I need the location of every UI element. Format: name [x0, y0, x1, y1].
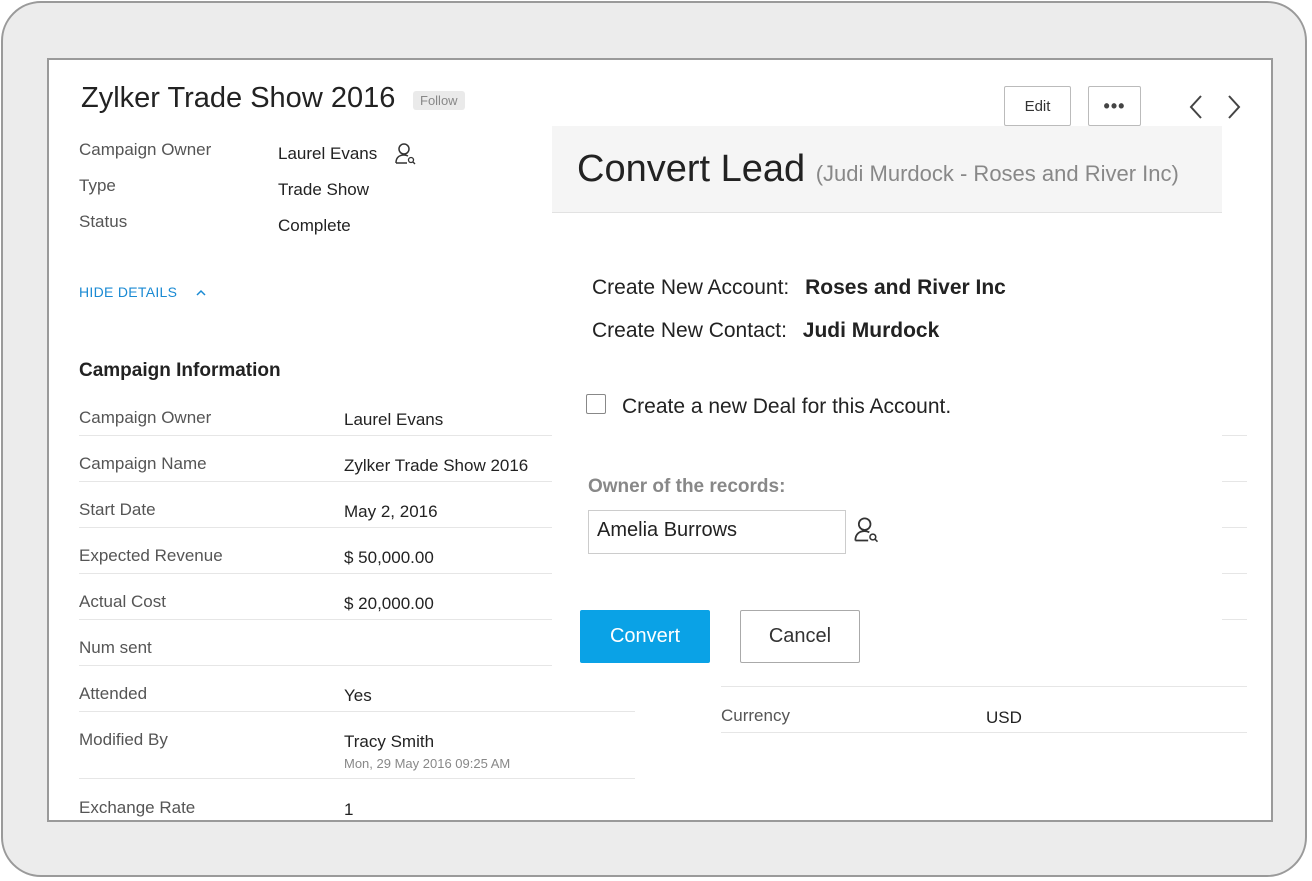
row-divider	[1221, 619, 1247, 620]
row-divider	[79, 711, 635, 712]
owner-input[interactable]: Amelia Burrows	[588, 510, 846, 554]
row-divider	[1221, 435, 1247, 436]
row-value: Laurel Evans	[344, 410, 444, 429]
row-divider	[1221, 527, 1247, 528]
row-divider	[79, 778, 635, 779]
convert-button[interactable]: Convert	[580, 610, 710, 663]
new-contact-label: Create New Contact:	[592, 319, 787, 342]
new-account-row: Create New Account: Roses and River Inc	[592, 276, 1006, 300]
summary-owner-value: Laurel Evans	[278, 144, 378, 163]
hide-details-label: HIDE DETAILS	[79, 284, 178, 300]
next-record-icon[interactable]	[1223, 92, 1243, 122]
user-lookup-icon[interactable]	[854, 516, 880, 544]
new-contact-row: Create New Contact: Judi Murdock	[592, 319, 939, 343]
summary-status-value: Complete	[278, 216, 351, 235]
row-divider	[79, 619, 553, 620]
row-label: Campaign Owner	[79, 408, 212, 427]
row-label: Currency	[721, 706, 790, 725]
row-divider	[79, 665, 553, 666]
dialog-subtitle: (Judi Murdock - Roses and River Inc)	[815, 161, 1179, 186]
row-divider	[79, 573, 553, 574]
row-divider	[721, 732, 1247, 733]
modified-timestamp: Mon, 29 May 2016 09:25 AM	[344, 756, 511, 771]
row-label: Start Date	[79, 500, 156, 519]
create-deal-checkbox[interactable]	[586, 394, 606, 414]
row-value: $ 20,000.00	[344, 594, 434, 613]
dialog-title: Convert Lead (Judi Murdock - Roses and R…	[577, 148, 1179, 191]
row-divider	[721, 686, 1247, 687]
more-options-button[interactable]: •••	[1088, 86, 1141, 126]
row-divider	[1221, 573, 1247, 574]
row-value: USD	[986, 708, 1022, 727]
summary-type-label: Type	[79, 176, 116, 195]
app-screen: Zylker Trade Show 2016 Follow Edit ••• C…	[47, 58, 1273, 822]
row-label: Modified By	[79, 730, 168, 749]
row-value: Yes	[344, 686, 372, 705]
row-value: 1	[344, 800, 354, 819]
convert-lead-dialog: Convert Lead (Judi Murdock - Roses and R…	[552, 126, 1222, 686]
section-heading: Campaign Information	[79, 360, 281, 381]
new-account-value: Roses and River Inc	[805, 276, 1006, 299]
page-title: Zylker Trade Show 2016	[81, 82, 396, 114]
create-deal-label[interactable]: Create a new Deal for this Account.	[622, 395, 951, 419]
user-lookup-icon[interactable]	[395, 142, 417, 166]
dialog-title-text: Convert Lead	[577, 148, 806, 190]
row-label: Campaign Name	[79, 454, 207, 473]
hide-details-link[interactable]: HIDE DETAILS	[79, 284, 207, 300]
row-label: Actual Cost	[79, 592, 166, 611]
row-divider	[1221, 481, 1247, 482]
row-value: $ 50,000.00	[344, 548, 434, 567]
summary-status-label: Status	[79, 212, 128, 231]
chevron-up-icon	[196, 290, 206, 296]
row-divider	[79, 527, 553, 528]
row-divider	[79, 435, 553, 436]
dialog-header: Convert Lead (Judi Murdock - Roses and R…	[552, 126, 1222, 213]
cancel-button[interactable]: Cancel	[740, 610, 860, 663]
row-label: Num sent	[79, 638, 152, 657]
row-divider	[79, 481, 553, 482]
new-account-label: Create New Account:	[592, 276, 790, 299]
summary-owner-label: Campaign Owner	[79, 140, 212, 159]
tablet-frame: Zylker Trade Show 2016 Follow Edit ••• C…	[1, 1, 1307, 877]
new-contact-value: Judi Murdock	[802, 319, 940, 342]
edit-button[interactable]: Edit	[1004, 86, 1071, 126]
previous-record-icon[interactable]	[1187, 92, 1207, 122]
owner-label: Owner of the records:	[588, 476, 786, 497]
row-label: Expected Revenue	[79, 546, 223, 565]
row-value: Tracy Smith	[344, 732, 435, 751]
row-label: Exchange Rate	[79, 798, 196, 817]
follow-button[interactable]: Follow	[413, 91, 465, 110]
row-value: Zylker Trade Show 2016	[344, 456, 529, 475]
row-label: Attended	[79, 684, 148, 703]
row-value: May 2, 2016	[344, 502, 438, 521]
summary-type-value: Trade Show	[278, 180, 370, 199]
